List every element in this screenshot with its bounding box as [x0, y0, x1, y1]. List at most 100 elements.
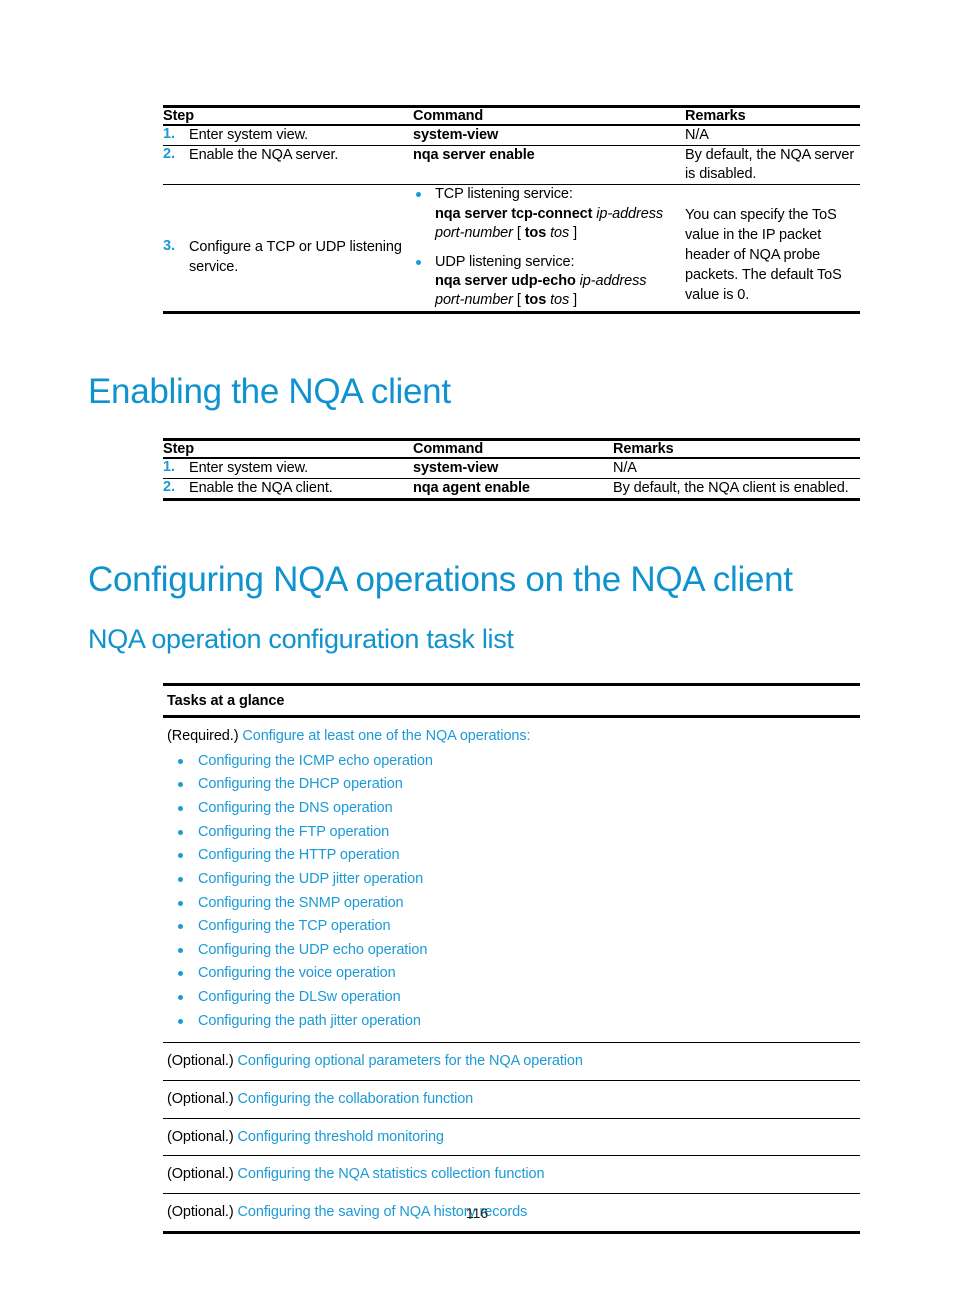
table-row-optional: (Optional.) Configuring the NQA statisti… [163, 1156, 860, 1195]
link-configuring-snmp-operation[interactable]: Configuring the SNMP operation [198, 895, 404, 911]
column-header-command: Command [413, 108, 484, 124]
bracket-close: ] [573, 225, 578, 242]
bullet-icon [178, 900, 183, 906]
link-configuring-optional-parameters[interactable]: Configuring optional parameters for the … [238, 1053, 583, 1069]
link-configuring-dhcp-operation[interactable]: Configuring the DHCP operation [198, 776, 403, 792]
command-text: system-view [413, 127, 499, 143]
link-configuring-threshold-monitoring[interactable]: Configuring threshold monitoring [238, 1129, 444, 1145]
bracket-open: [ [516, 292, 521, 309]
required-line: (Required.) Configure at least one of th… [167, 727, 856, 746]
tasks-at-a-glance-table: Tasks at a glance (Required.) Configure … [163, 683, 860, 1235]
command-text: nqa agent enable [413, 480, 530, 497]
command-option-keyword: tos [524, 225, 547, 242]
column-header-step: Step [163, 108, 195, 124]
step-description: Enter system view. [189, 460, 309, 476]
step-description: Enable the NQA client. [189, 480, 333, 497]
command-option-arg: tos [550, 292, 570, 309]
link-configuring-collaboration-function[interactable]: Configuring the collaboration function [238, 1091, 474, 1107]
command-bullet-list-cell: TCP listening service: nqa server tcp-co… [413, 185, 685, 313]
link-configuring-ftp-operation[interactable]: Configuring the FTP operation [198, 824, 389, 840]
list-item[interactable]: Configuring the path jitter operation [167, 1012, 856, 1031]
command-text: system-view [413, 460, 499, 476]
link-configuring-tcp-operation[interactable]: Configuring the TCP operation [198, 918, 391, 934]
nqa-server-config-table: Step Command Remarks 1. Enter system vie… [163, 105, 860, 314]
bullet-icon [178, 829, 183, 835]
table-row: 1. Enter system view. system-view N/A [163, 125, 860, 146]
command-keyword: nqa server tcp-connect [435, 205, 593, 222]
step-number: 2. [163, 146, 175, 163]
command-keyword: nqa server udp-echo [435, 273, 576, 290]
list-item[interactable]: Configuring the ICMP echo operation [167, 752, 856, 771]
link-configuring-nqa-statistics-collection[interactable]: Configuring the NQA statistics collectio… [238, 1166, 545, 1182]
page-number: 116 [465, 1205, 489, 1221]
optional-prefix: (Optional.) [167, 1052, 234, 1069]
bullet-icon [178, 758, 183, 764]
list-item[interactable]: Configuring the HTTP operation [167, 846, 856, 865]
step-number: 1. [163, 126, 175, 142]
list-item[interactable]: Configuring the UDP echo operation [167, 941, 856, 960]
link-configure-at-least-one[interactable]: Configure at least one of the NQA operat… [242, 728, 530, 744]
table-header-row: Step Command Remarks [163, 439, 860, 458]
step-number: 2. [163, 479, 175, 496]
table-row-optional: (Optional.) Configuring optional paramet… [163, 1043, 860, 1081]
required-prefix: (Required.) [167, 728, 239, 744]
link-configuring-path-jitter-operation[interactable]: Configuring the path jitter operation [198, 1013, 421, 1029]
column-header-step: Step [163, 441, 195, 457]
page-heading-enabling-nqa-client: Enabling the NQA client [88, 372, 451, 411]
list-item[interactable]: Configuring the TCP operation [167, 917, 856, 936]
command-arg: ip-address [579, 273, 647, 290]
table-row-optional: (Optional.) Configuring threshold monito… [163, 1119, 860, 1157]
optional-prefix: (Optional.) [167, 1090, 234, 1107]
step-description: Enable the NQA server. [189, 147, 339, 164]
table-row: 2. Enable the NQA client. nqa agent enab… [163, 479, 860, 500]
column-header-command: Command [413, 441, 484, 457]
link-configuring-http-operation[interactable]: Configuring the HTTP operation [198, 847, 400, 863]
list-item[interactable]: Configuring the UDP jitter operation [167, 870, 856, 889]
column-header-tasks-at-a-glance: Tasks at a glance [163, 683, 860, 718]
list-item[interactable]: Configuring the DNS operation [167, 799, 856, 818]
table-header-row: Step Command Remarks [163, 106, 860, 125]
link-configuring-udp-echo-operation[interactable]: Configuring the UDP echo operation [198, 942, 427, 958]
command-bullet-list: TCP listening service: nqa server tcp-co… [413, 185, 685, 311]
step-number: 1. [163, 459, 175, 475]
link-configuring-dns-operation[interactable]: Configuring the DNS operation [198, 800, 393, 816]
optional-prefix: (Optional.) [167, 1166, 234, 1183]
link-configuring-dlsw-operation[interactable]: Configuring the DLSw operation [198, 989, 401, 1005]
table-row: 2. Enable the NQA server. nqa server ena… [163, 146, 860, 185]
table-row-optional: (Optional.) Configuring the collaboratio… [163, 1081, 860, 1119]
page-heading-configuring-nqa-operations: Configuring NQA operations on the NQA cl… [88, 560, 793, 599]
list-item: TCP listening service: nqa server tcp-co… [413, 185, 685, 243]
bullet-icon [416, 192, 421, 198]
link-configuring-voice-operation[interactable]: Configuring the voice operation [198, 965, 396, 981]
bullet-icon [178, 924, 183, 930]
list-item[interactable]: Configuring the FTP operation [167, 823, 856, 842]
list-item[interactable]: Configuring the SNMP operation [167, 894, 856, 913]
list-item[interactable]: Configuring the voice operation [167, 964, 856, 983]
command-arg: ip-address [596, 205, 663, 222]
column-header-remarks: Remarks [613, 441, 674, 457]
nqa-operations-link-list: Configuring the ICMP echo operation Conf… [167, 752, 856, 1031]
command-arg: port-number [435, 292, 513, 309]
bullet-icon [178, 1018, 183, 1024]
optional-prefix: (Optional.) [167, 1128, 234, 1145]
list-item[interactable]: Configuring the DLSw operation [167, 988, 856, 1007]
bullet-icon [178, 853, 183, 859]
link-configuring-icmp-echo-operation[interactable]: Configuring the ICMP echo operation [198, 753, 433, 769]
remarks-text: N/A [685, 127, 709, 143]
bracket-open: [ [516, 225, 521, 242]
link-configuring-udp-jitter-operation[interactable]: Configuring the UDP jitter operation [198, 871, 423, 887]
bracket-close: ] [573, 292, 578, 309]
step-description: Configure a TCP or UDP listening service… [189, 239, 402, 275]
remarks-text: N/A [613, 460, 637, 476]
step-description: Enter system view. [189, 127, 309, 143]
page-heading-task-list: NQA operation configuration task list [88, 624, 514, 654]
bullet-icon [178, 806, 183, 812]
command-arg: port-number [435, 225, 513, 242]
remarks-text: You can specify the ToS value in the IP … [685, 207, 842, 304]
bullet-intro: TCP listening service: [435, 186, 573, 203]
table-row: 1. Enter system view. system-view N/A [163, 458, 860, 479]
command-option-arg: tos [550, 225, 570, 242]
bullet-icon [178, 876, 183, 882]
step-number: 3. [163, 238, 175, 255]
list-item[interactable]: Configuring the DHCP operation [167, 775, 856, 794]
